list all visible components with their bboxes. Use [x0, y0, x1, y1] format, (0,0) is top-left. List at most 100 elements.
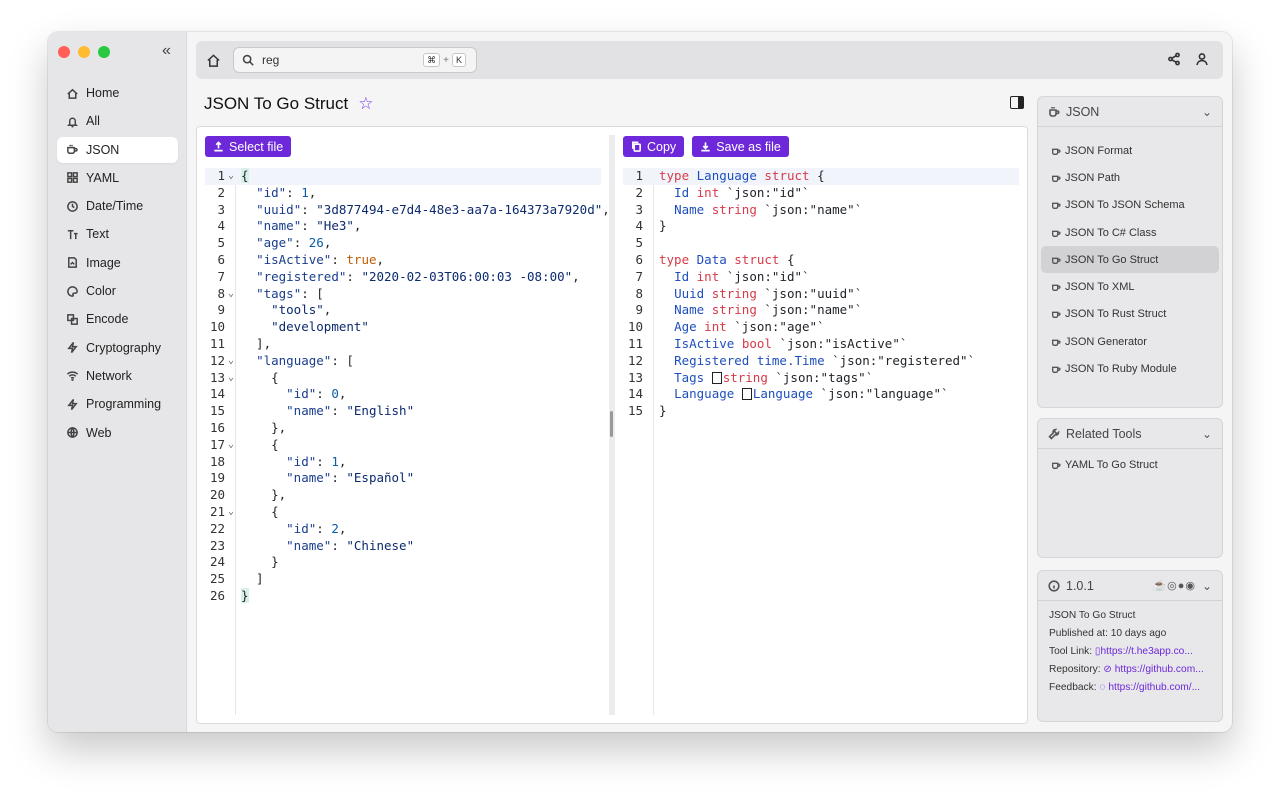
cup-icon — [1052, 339, 1061, 346]
copy-button[interactable]: Copy — [623, 136, 685, 157]
tool-item-json-to-rust-struct[interactable]: JSON To Rust Struct — [1041, 301, 1219, 328]
platform-icons: ☕◎●◉ — [1152, 580, 1196, 592]
sidebar-item-label: YAML — [86, 170, 120, 185]
cup-icon — [1052, 202, 1061, 210]
chevron-down-icon[interactable]: ⌄ — [1202, 427, 1212, 441]
tool-item-json-generator[interactable]: JSON Generator — [1041, 328, 1219, 355]
window-controls — [58, 46, 110, 58]
sidebar-item-yaml[interactable]: YAML — [57, 165, 178, 191]
cup-icon — [1052, 257, 1061, 264]
sidebar-item-color[interactable]: Color — [57, 278, 178, 304]
feedback-row: Feedback: ◌ https://github.com/... — [1038, 679, 1222, 697]
feedback-link[interactable]: https://github.com/... — [1108, 682, 1200, 693]
page-title: JSON To Go Struct — [204, 94, 349, 113]
cup-icon — [1052, 148, 1061, 155]
related-tools-title: Related Tools — [1066, 426, 1142, 441]
search-icon — [242, 54, 254, 66]
tool-item-yaml-to-go-struct[interactable]: YAML To Go Struct — [1041, 451, 1219, 478]
search-input[interactable] — [262, 53, 412, 67]
close-window-button[interactable] — [58, 46, 70, 58]
sidebar-item-label: All — [86, 114, 100, 129]
tool-link[interactable]: https://t.he3app.co... — [1101, 646, 1193, 657]
search-box[interactable]: ⌘ + K — [233, 47, 477, 73]
app-window: « Home All JSON YAML Date/Time Text Image Color… — [48, 32, 1232, 732]
sidebar-item-label: Image — [86, 255, 121, 270]
palette-icon — [65, 284, 79, 298]
sidebar-item-label: Web — [86, 425, 112, 440]
tool-item-json-to-go-struct[interactable]: JSON To Go Struct — [1041, 246, 1219, 274]
json-tools-header[interactable]: JSON ⌄ — [1038, 97, 1222, 127]
bolt-icon — [65, 341, 79, 355]
repository-label: Repository: — [1049, 664, 1101, 675]
tool-item-label: JSON Format — [1065, 144, 1133, 157]
bolt-icon — [65, 397, 79, 411]
collapse-sidebar-icon[interactable]: « — [162, 42, 171, 60]
sidebar-item-text[interactable]: Text — [57, 221, 178, 247]
select-file-button[interactable]: Select file — [205, 136, 292, 157]
info-icon — [1048, 579, 1060, 592]
text-icon — [65, 227, 79, 241]
tool-item-label: JSON To Rust Struct — [1065, 308, 1167, 321]
tool-item-json-to-c-class[interactable]: JSON To C# Class — [1041, 219, 1219, 246]
save-as-file-button[interactable]: Save as file — [692, 136, 789, 157]
shortcut-plus: + — [443, 54, 449, 66]
tool-item-label: JSON To C# Class — [1065, 226, 1157, 239]
sidebar: « Home All JSON YAML Date/Time Text Image Color… — [48, 32, 187, 732]
tool-item-label: JSON Path — [1065, 171, 1121, 184]
cup-icon — [1049, 106, 1060, 117]
sidebar-item-web[interactable]: Web — [57, 420, 178, 446]
wifi-icon — [65, 369, 79, 383]
tool-info-panel: 1.0.1 ☕◎●◉ ⌄ JSON To Go Struct Published… — [1037, 570, 1223, 722]
tool-item-label: JSON To Ruby Module — [1065, 363, 1177, 376]
home-icon — [65, 86, 79, 100]
maximize-window-button[interactable] — [98, 46, 110, 58]
tool-item-json-to-ruby-module[interactable]: JSON To Ruby Module — [1041, 355, 1219, 382]
repository-link[interactable]: https://github.com... — [1115, 664, 1204, 675]
tool-item-json-format[interactable]: JSON Format — [1041, 137, 1219, 164]
sidebar-nav: Home All JSON YAML Date/Time Text Image Color En… — [57, 80, 178, 448]
tool-item-json-path[interactable]: JSON Path — [1041, 164, 1219, 191]
json-input-pane: Select file 1 ⌄{ 2 "id": 1, 3 "uuid": "3d… — [197, 127, 610, 723]
bell-icon — [65, 114, 79, 128]
cup-icon — [1052, 230, 1061, 237]
save-as-file-label: Save as file — [716, 139, 781, 154]
copy-icon — [632, 141, 641, 152]
grid-icon — [65, 171, 79, 185]
json-tools-list: JSON Format JSON Path JSON To JSON Schema J… — [1038, 137, 1222, 383]
related-tools-header[interactable]: Related Tools ⌄ — [1038, 419, 1222, 449]
tool-item-label: YAML To Go Struct — [1065, 458, 1158, 471]
share-icon[interactable] — [1167, 52, 1181, 66]
chevron-down-icon[interactable]: ⌄ — [1202, 105, 1212, 119]
sidebar-item-home[interactable]: Home — [57, 80, 178, 106]
favorite-star-icon[interactable]: ☆ — [358, 94, 373, 114]
sidebar-item-all[interactable]: All — [57, 108, 178, 134]
sidebar-item-cryptography[interactable]: Cryptography — [57, 335, 178, 361]
sidebar-item-label: Encode — [86, 312, 129, 327]
editor-area: Select file 1 ⌄{ 2 "id": 1, 3 "uuid": "3d… — [196, 126, 1028, 724]
tool-item-label: JSON To XML — [1065, 281, 1135, 294]
tool-item-json-to-xml[interactable]: JSON To XML — [1041, 273, 1219, 300]
tool-version: 1.0.1 — [1066, 578, 1094, 593]
user-icon[interactable] — [1195, 52, 1209, 66]
json-code-editor[interactable]: 1 ⌄{ 2 "id": 1, 3 "uuid": "3d877494-e7d4-… — [205, 168, 610, 605]
chevron-down-icon[interactable]: ⌄ — [1202, 579, 1212, 593]
go-code-editor[interactable]: 1 type Language struct { 2 Id int `json:"… — [623, 168, 1019, 420]
sidebar-item-network[interactable]: Network — [57, 363, 178, 389]
home-icon[interactable] — [206, 53, 222, 69]
sidebar-item-programming[interactable]: Programming — [57, 391, 178, 417]
feedback-icon: ◌ — [1099, 682, 1106, 693]
tool-name: JSON To Go Struct — [1049, 610, 1136, 621]
sidebar-item-json[interactable]: JSON — [57, 136, 178, 163]
sidebar-item-date-time[interactable]: Date/Time — [57, 193, 178, 219]
tool-item-json-to-json-schema[interactable]: JSON To JSON Schema — [1041, 192, 1219, 219]
download-icon — [701, 142, 710, 152]
shortcut-letter-key: K — [451, 53, 466, 67]
tool-info-header[interactable]: 1.0.1 ☕◎●◉ ⌄ — [1038, 571, 1222, 601]
encode-icon — [65, 312, 79, 326]
sidebar-item-image[interactable]: Image — [57, 250, 178, 276]
sidebar-item-label: JSON — [86, 142, 120, 157]
minimize-window-button[interactable] — [78, 46, 90, 58]
top-bar: ⌘ + K — [196, 41, 1223, 79]
sidebar-item-encode[interactable]: Encode — [57, 306, 178, 332]
toggle-right-panel-icon[interactable] — [1010, 96, 1024, 109]
